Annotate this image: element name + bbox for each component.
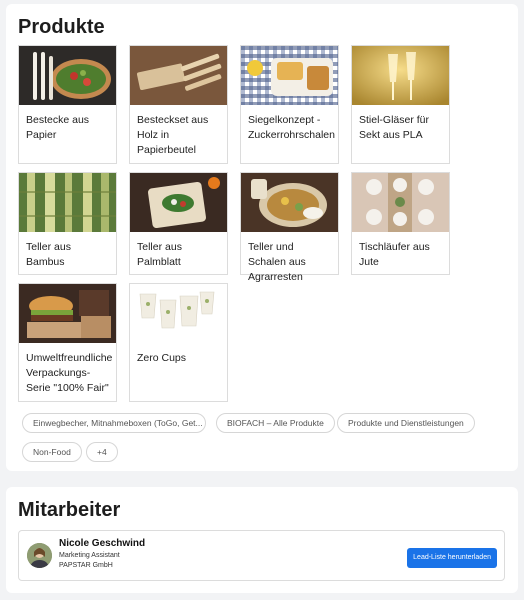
tag-chip[interactable]: Produkte und Dienstleistungen: [337, 413, 475, 433]
tag-chip[interactable]: Einwegbecher, Mitnahmeboxen (ToGo, Get..…: [22, 413, 206, 433]
agri-bowls-image: [241, 173, 338, 232]
employee-card: Nicole Geschwind Marketing Assistant PAP…: [18, 530, 505, 581]
product-label: Umweltfreundliche Verpackungs-Serie "100…: [26, 352, 113, 394]
product-label: Zero Cups: [137, 352, 187, 364]
products-heading: Produkte: [18, 16, 105, 38]
product-tile[interactable]: Umweltfreundliche Verpackungs-Serie "100…: [18, 283, 117, 402]
product-label: Bestecke aus Papier: [26, 114, 90, 141]
employee-role: Marketing Assistant: [59, 552, 120, 559]
product-tile[interactable]: Teller aus Palmblatt: [129, 172, 228, 275]
sugarcane-tray-image: [241, 46, 338, 105]
employee-name: Nicole Geschwind: [59, 538, 146, 549]
avatar: [27, 543, 52, 568]
product-tile[interactable]: Tischläufer aus Jute: [351, 172, 450, 275]
paper-cups-image: [130, 284, 227, 343]
product-label: Siegelkonzept - Zuckerrohrschalen: [248, 114, 335, 141]
bamboo-image: [19, 173, 116, 232]
product-label: Stiel-Gläser für Sekt aus PLA: [359, 114, 430, 141]
employees-section: Mitarbeiter Nicole Geschwind Marketing A…: [6, 487, 518, 593]
product-tile[interactable]: Teller und Schalen aus Agrarresten: [240, 172, 339, 283]
product-label: Besteckset aus Holz in Papierbeutel: [137, 114, 209, 156]
burger-packaging-image: [19, 284, 116, 343]
tag-chip[interactable]: BIOFACH – Alle Produkte: [216, 413, 335, 433]
tag-chip[interactable]: Non-Food: [22, 442, 82, 462]
palm-leaf-plate-image: [130, 173, 227, 232]
products-section: Produkte Bestecke aus Papier Besteckset …: [6, 4, 518, 471]
product-tile[interactable]: Besteckset aus Holz in Papierbeutel: [129, 45, 228, 164]
champagne-glasses-image: [352, 46, 449, 105]
paper-cutlery-image: [19, 46, 116, 105]
wood-cutlery-image: [130, 46, 227, 105]
product-label: Tischläufer aus Jute: [359, 241, 430, 268]
product-tile[interactable]: Siegelkonzept - Zuckerrohrschalen: [240, 45, 339, 164]
product-tile[interactable]: Stiel-Gläser für Sekt aus PLA: [351, 45, 450, 164]
tag-chip-more[interactable]: +4: [86, 442, 118, 462]
employee-company: PAPSTAR GmbH: [59, 562, 113, 569]
product-tile[interactable]: Teller aus Bambus: [18, 172, 117, 275]
download-lead-list-button[interactable]: Lead-Liste herunterladen: [407, 548, 497, 568]
product-tile[interactable]: Bestecke aus Papier: [18, 45, 117, 164]
jute-table-runner-image: [352, 173, 449, 232]
product-label: Teller aus Palmblatt: [137, 241, 182, 268]
product-tile[interactable]: Zero Cups: [129, 283, 228, 402]
employees-heading: Mitarbeiter: [18, 499, 121, 521]
product-label: Teller aus Bambus: [26, 241, 71, 268]
product-label: Teller und Schalen aus Agrarresten: [248, 241, 306, 283]
